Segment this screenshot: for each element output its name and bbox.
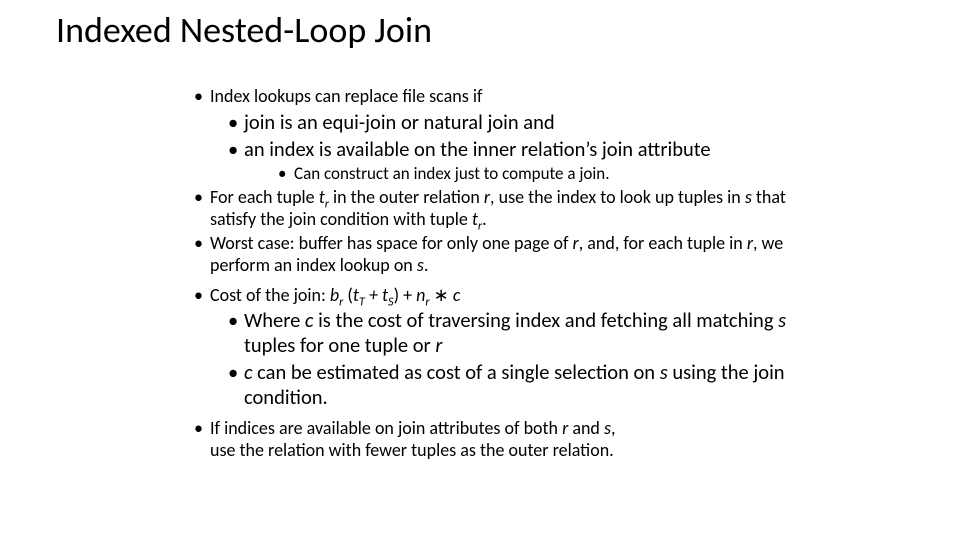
var-n: n (416, 284, 425, 306)
bullet-l2: an index is available on the inner relat… (188, 137, 828, 162)
text: , use the index to look up tuples in (490, 186, 745, 208)
text: an index is available on the inner relat… (244, 136, 585, 162)
text: and (568, 417, 604, 439)
text: , and, for each tuple in (579, 232, 747, 254)
var-s: s (417, 254, 424, 276)
text: For each tuple (210, 186, 319, 208)
text: Cost of the join: (210, 284, 330, 306)
text: can be estimated as cost of a single sel… (253, 359, 660, 385)
var-c: c (453, 284, 461, 306)
bullet-l1: For each tuple tr in the outer relation … (188, 187, 828, 231)
text: ∗ (430, 284, 453, 306)
text: ) + (394, 284, 417, 306)
text: ( (343, 284, 353, 306)
var-b: b (330, 284, 339, 306)
bullet-l2: join is an equi-join or natural join and (188, 110, 828, 135)
bullet-l2: c can be estimated as cost of a single s… (188, 360, 828, 410)
var-s: s (660, 359, 668, 385)
text: in the outer relation (329, 186, 484, 208)
text: Worst case: buffer has space for only on… (210, 232, 573, 254)
text: . (424, 254, 429, 276)
bullet-l1: Cost of the join: br (tT + tS) + nr ∗ c (188, 285, 828, 307)
text: Index lookups can replace file scans if (210, 85, 482, 107)
slide-body: Index lookups can replace file scans if … (188, 86, 828, 464)
text: If indices are available on join attribu… (210, 417, 562, 439)
text: + (365, 284, 382, 306)
bullet-l1: Index lookups can replace file scans if (188, 86, 828, 108)
bullet-l1: If indices are available on join attribu… (188, 418, 828, 462)
var-s: s (778, 307, 786, 333)
text: is the cost of traversing index and fetc… (313, 307, 778, 333)
slide-title: Indexed Nested-Loop Join (56, 8, 432, 52)
text: use the relation with fewer tuples as th… (210, 439, 614, 461)
text: s join attribute (589, 136, 710, 162)
var-s: s (604, 417, 611, 439)
bullet-l2: Where c is the cost of traversing index … (188, 308, 828, 358)
text: join is an equi-join or natural join and (244, 109, 555, 135)
text: . (482, 208, 487, 230)
text: , (611, 417, 616, 439)
var-r: r (435, 332, 442, 358)
var-c: c (244, 359, 253, 385)
text: Can construct an index just to compute a… (294, 163, 610, 184)
bullet-l1: Worst case: buffer has space for only on… (188, 233, 828, 277)
text: tuples for one tuple or (244, 332, 435, 358)
text: Where (244, 307, 305, 333)
var-s: s (745, 186, 752, 208)
slide: Indexed Nested-Loop Join Index lookups c… (0, 0, 960, 540)
bullet-l3: Can construct an index just to compute a… (188, 164, 828, 185)
